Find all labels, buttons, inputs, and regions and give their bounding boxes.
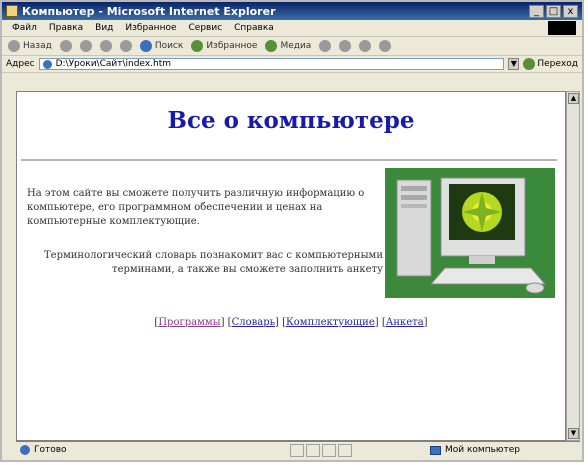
menu-file[interactable]: Файл — [12, 23, 37, 33]
home-icon[interactable] — [119, 40, 132, 52]
refresh-icon[interactable] — [99, 40, 112, 52]
link-components[interactable]: Комплектующие — [286, 317, 375, 328]
status-cell — [338, 443, 352, 457]
computer-image — [385, 168, 555, 298]
intro-paragraph: На этом сайте вы сможете получить различ… — [27, 188, 365, 227]
address-input[interactable]: D:\Уроки\Сайт\index.htm — [38, 58, 505, 70]
page-heading: Все о компьютере — [167, 107, 415, 134]
windows-logo-icon — [548, 21, 576, 35]
status-cell — [306, 443, 320, 457]
scroll-down-arrow-icon[interactable]: ▼ — [568, 428, 579, 439]
menu-view[interactable]: Вид — [95, 23, 113, 33]
menu-favorites[interactable]: Избранное — [125, 23, 176, 33]
go-button[interactable]: Переход — [523, 58, 578, 70]
search-icon — [139, 40, 152, 52]
nav-links: [Программы] [Словарь] [Комплектующие] [А… — [154, 317, 428, 328]
address-label: Адрес — [6, 59, 35, 69]
menu-help[interactable]: Справка — [234, 23, 274, 33]
history-icon[interactable] — [319, 40, 332, 52]
status-cell — [290, 443, 304, 457]
link-dictionary[interactable]: Словарь — [232, 317, 275, 328]
mail-icon[interactable] — [339, 40, 352, 52]
media-button[interactable]: Медиа — [265, 40, 311, 52]
search-button[interactable]: Поиск — [139, 40, 183, 52]
vertical-scrollbar[interactable]: ▲ ▼ — [566, 91, 580, 441]
menu-bar: Файл Правка Вид Избранное Сервис Справка — [2, 20, 582, 37]
my-computer-icon — [430, 445, 441, 455]
close-button[interactable]: x — [563, 4, 578, 18]
status-zone: Мой компьютер — [445, 445, 520, 455]
back-arrow-icon — [8, 40, 20, 52]
window-title: Компьютер - Microsoft Internet Explorer — [22, 4, 276, 18]
link-programs[interactable]: Программы — [158, 317, 220, 328]
edit-icon[interactable] — [379, 40, 392, 52]
address-bar: Адрес D:\Уроки\Сайт\index.htm ▼ Переход — [2, 56, 582, 73]
forward-arrow-icon[interactable] — [59, 40, 72, 52]
stop-icon[interactable] — [79, 40, 92, 52]
media-icon — [265, 40, 278, 52]
favorites-icon — [191, 40, 204, 52]
page-icon — [42, 59, 52, 69]
maximize-button[interactable]: □ — [546, 4, 561, 18]
favorites-button[interactable]: Избранное — [191, 40, 257, 52]
page-content: Все о компьютере На этом сайте вы сможет… — [16, 91, 566, 441]
address-value: D:\Уроки\Сайт\index.htm — [55, 59, 172, 69]
status-bar: Готово Мой компьютер — [16, 441, 580, 458]
ie-app-icon — [6, 5, 18, 17]
dictionary-paragraph: Терминологический словарь познакомит вас… — [44, 250, 383, 275]
link-survey[interactable]: Анкета — [386, 317, 424, 328]
print-icon[interactable] — [359, 40, 372, 52]
toolbar: Назад Поиск Избранное Медиа — [2, 37, 582, 56]
back-button[interactable]: Назад — [8, 40, 52, 52]
go-arrow-icon — [523, 58, 536, 70]
minimize-button[interactable]: _ — [529, 4, 544, 18]
menu-edit[interactable]: Правка — [49, 23, 83, 33]
menu-tools[interactable]: Сервис — [189, 23, 223, 33]
status-text: Готово — [34, 445, 67, 455]
horizontal-rule — [21, 159, 557, 161]
scroll-up-arrow-icon[interactable]: ▲ — [568, 93, 579, 104]
address-dropdown-button[interactable]: ▼ — [508, 58, 520, 70]
status-cell — [322, 443, 336, 457]
status-page-icon — [20, 445, 30, 455]
title-bar: Компьютер - Microsoft Internet Explorer … — [2, 2, 582, 20]
